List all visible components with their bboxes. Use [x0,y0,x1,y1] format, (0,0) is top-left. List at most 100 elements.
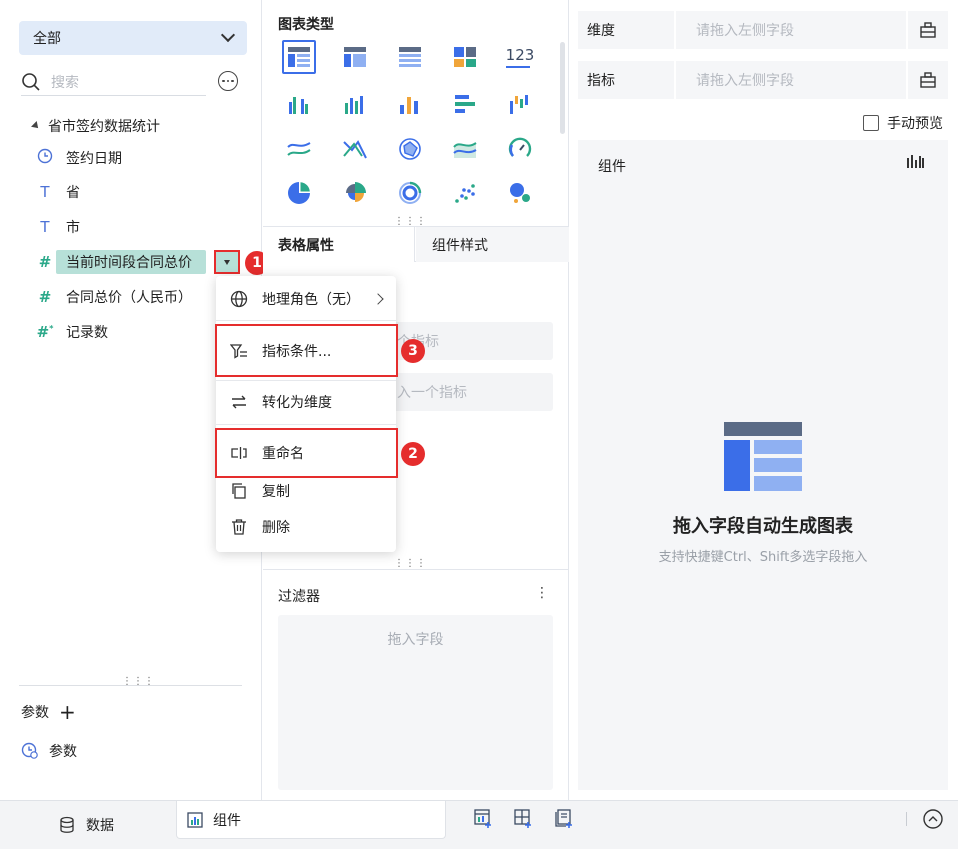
empty-table-illustration [724,422,802,495]
chart-type-column-icon[interactable] [338,87,372,121]
chart-type-title: 图表类型 [278,17,334,33]
chart-type-table-icon[interactable] [282,40,316,74]
chart-type-rose-icon[interactable] [338,176,372,210]
measure-placeholder: 请拖入左侧字段 [676,61,908,99]
chart-type-line-icon[interactable] [282,132,316,166]
copy-icon [230,482,248,500]
field-context-menu: 地理角色（无） 指标条件... 转化为维度 重命名 复制 删除 [216,276,396,552]
manual-preview-toggle[interactable]: 手动预览 [863,113,943,133]
field-item[interactable]: T 市 [36,215,80,239]
field-dropdown-button[interactable] [214,250,240,274]
chart-type-radar-line-icon[interactable] [338,132,372,166]
search-icon [22,72,40,91]
globe-icon [230,290,248,308]
collapse-triangle-icon[interactable] [31,121,41,131]
add-cross-table-icon[interactable] [513,808,533,832]
component-chart-icon [187,811,203,828]
chart-type-ring-icon[interactable] [393,176,427,210]
chart-type-area-icon[interactable] [448,132,482,166]
text-type-icon: T [40,183,50,201]
manual-preview-checkbox[interactable] [863,115,879,131]
tab-component-label: 组件 [213,812,241,829]
chart-type-treemap-icon[interactable] [448,40,482,74]
menu-item-convert-dimension[interactable]: 转化为维度 [216,384,396,420]
tab-component[interactable]: 组件 [176,801,446,839]
empty-subtitle: 支持快捷键Ctrl、Shift多选字段拖入 [658,550,868,565]
chart-type-grouped-table-icon[interactable] [338,40,372,74]
chevron-right-icon [372,293,384,305]
add-report-icon[interactable] [554,808,574,832]
preview-panel: 维度 请拖入左侧字段 指标 请拖入左侧字段 手动预览 组件 拖入字段自动生成图表… [570,0,958,800]
add-table-component-icon[interactable] [473,808,493,832]
field-item-selected[interactable]: # 当前时间段合同总价 [36,250,206,274]
canvas-title: 组件 [598,159,626,175]
divider [19,685,242,686]
database-icon [60,816,74,833]
collapse-up-icon[interactable] [922,808,944,834]
search-placeholder: 搜索 [51,74,79,91]
chart-type-pie-icon[interactable] [282,176,316,210]
dimension-placeholder: 请拖入左侧字段 [676,11,908,49]
chart-type-bar-icon[interactable] [448,87,482,121]
chart-type-bubble-icon[interactable] [503,176,537,210]
chart-type-stacked-column-icon[interactable] [393,87,427,121]
field-label: 签约日期 [66,151,122,167]
component-canvas: 组件 拖入字段自动生成图表 支持快捷键Ctrl、Shift多选字段拖入 [578,140,948,790]
resize-handle[interactable]: ⋮⋮⋮ [394,217,427,227]
search-input[interactable]: 搜索 [21,68,206,96]
highlight-box-measure-condition [215,324,398,377]
filter-title: 过滤器 [278,589,320,605]
drop-hint: 入一个指标 [397,385,467,401]
filter-more-icon[interactable]: ⋮ [535,585,549,601]
chart-bars-icon[interactable] [906,154,924,174]
filter-hint: 拖入字段 [387,632,444,648]
filter-drop-zone[interactable]: 拖入字段 [278,615,553,790]
menu-item-label: 删除 [262,520,290,536]
tab-data-label: 数据 [86,818,114,834]
chart-type-waterfall-icon[interactable] [503,87,537,121]
chart-type-gauge-icon[interactable] [503,132,537,166]
param-item[interactable]: 参数 [21,741,77,761]
tab-table-properties[interactable]: 表格属性 [263,227,415,262]
chart-type-grouped-column-icon[interactable] [282,87,316,121]
field-label: 省 [66,185,80,201]
text-type-icon: T [40,218,50,236]
field-label: 当前时间段合同总价 [56,250,206,274]
field-label: 市 [66,220,80,236]
swap-arrows-icon [230,393,248,411]
field-item[interactable]: T 省 [36,180,80,204]
dataset-node[interactable]: 省市签约数据统计 [31,116,160,136]
dimension-well[interactable]: 维度 请拖入左侧字段 [578,11,948,49]
measure-label: 指标 [578,61,676,99]
chart-type-radar-icon[interactable] [393,132,427,166]
manual-preview-label: 手动预览 [887,116,943,132]
number-type-icon: # [38,288,52,306]
menu-divider [216,320,396,321]
chart-type-scatter-icon[interactable] [448,176,482,210]
menu-item-geo-role[interactable]: 地理角色（无） [216,281,396,317]
divider [263,569,569,570]
more-options-icon[interactable] [218,71,238,91]
number-type-icon: # [38,253,52,271]
step-badge: 2 [401,442,425,466]
chart-type-scrollbar[interactable] [560,42,565,134]
field-item[interactable]: 签约日期 [36,146,122,170]
measure-drop-zone[interactable]: 入一个指标 [389,373,553,411]
scope-select[interactable]: 全部 [19,21,247,55]
dimension-settings-icon[interactable] [908,11,948,49]
menu-item-delete[interactable]: 删除 [216,509,396,545]
measure-well[interactable]: 指标 请拖入左侧字段 [578,61,948,99]
highlight-box-rename [215,428,398,478]
tab-component-style[interactable]: 组件样式 [416,227,569,262]
add-param-icon[interactable]: + [59,702,76,722]
tab-data[interactable]: 数据 [58,809,114,841]
menu-item-copy[interactable]: 复制 [216,473,396,509]
params-title: 参数 [21,705,49,721]
field-item[interactable]: #* 记录数 [36,320,108,344]
resize-handle[interactable]: ⋮⋮⋮ [394,559,427,569]
field-item[interactable]: # 合同总价（人民币） [36,285,192,309]
measure-settings-icon[interactable] [908,61,948,99]
kpi-text: 123 [505,45,535,64]
chart-type-kpi-icon[interactable]: 123 [503,40,537,74]
chart-type-detail-table-icon[interactable] [393,40,427,74]
